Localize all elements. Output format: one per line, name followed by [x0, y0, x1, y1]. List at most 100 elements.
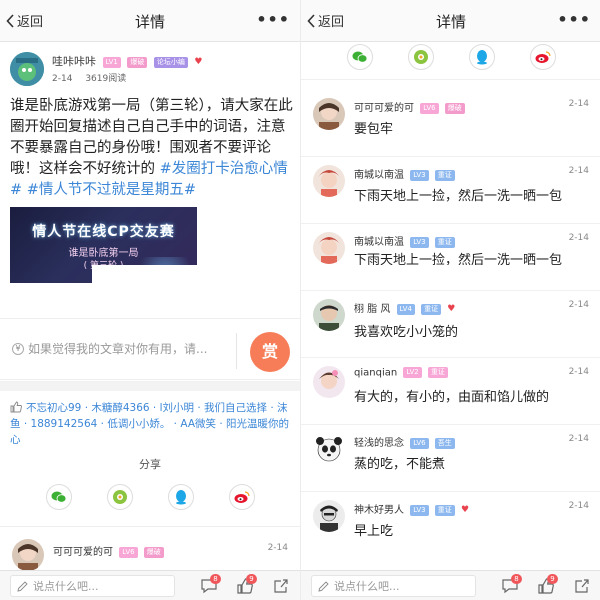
commenter-name[interactable]: 神木好男人 [354, 505, 404, 516]
commenter-name[interactable]: 南城以南温 [354, 237, 404, 248]
moments-icon [113, 490, 127, 504]
avatar[interactable] [313, 299, 345, 331]
likes-list: 不忘初心99 · 木糖醇4366 · l刘小明 · 我们自己选择 · 沫鱼 · … [10, 400, 292, 448]
commenter-name-row: 栩 脂 风 LV4 重证 ♥ [354, 300, 455, 315]
comment-item[interactable]: 南城以南温 LV3 重证 2-14 下雨天地上一捡，然后一洗一晒一包 [301, 157, 600, 224]
level-badge: LV3 [410, 504, 429, 516]
commenter-name[interactable]: 可可可爱的可 [53, 547, 113, 558]
author-name-row: 哇咔咔咔 LV1 爆破 论坛小编 ♥ [52, 53, 202, 69]
comments-panel: 返回 详情 ••• 可可可爱的可 LV6 爆破 2-14 要包牢 南城以南温 L… [300, 0, 600, 600]
role-badge: 重证 [421, 303, 442, 315]
commenter-name[interactable]: 栩 脂 风 [354, 304, 390, 315]
avatar[interactable] [313, 366, 345, 398]
like-count: 9 [547, 574, 558, 584]
more-icon[interactable]: ••• [256, 10, 290, 29]
heart-icon: ♥ [447, 304, 456, 314]
share-wechat-button[interactable] [347, 44, 373, 70]
commenter-name-row: qianqian LV2 重证 [354, 367, 448, 379]
editor-badge: 论坛小编 [153, 56, 188, 68]
comment-text: 要包牢 [354, 122, 394, 137]
comment-item[interactable]: 可可可爱的可 LV6 爆破 2-14 要包牢 [301, 90, 600, 157]
comment-text: 下雨天地上一捡，然后一洗一晒一包 [354, 189, 563, 204]
comment-time: 2-14 [568, 166, 589, 176]
comment-text: 早上吃 [354, 524, 394, 539]
role-badge: 爆破 [143, 546, 164, 558]
comment-text: 下雨天地上一捡，然后一洗一晒一包 [354, 253, 563, 265]
comment-button[interactable]: 8 [501, 574, 522, 595]
commenter-name-row: 可可可爱的可 LV6 爆破 [354, 99, 465, 114]
reward-input[interactable]: ¥ 如果觉得我的文章对你有用，请... [12, 340, 207, 357]
bottom-bar: 说点什么吧... 8 9 [301, 570, 600, 600]
comment-time: 2-14 [568, 367, 589, 377]
bottom-bar: 说点什么吧... 8 9 [0, 570, 300, 600]
avatar[interactable] [10, 52, 44, 86]
comment-time: 2-14 [568, 434, 589, 444]
commenter-name[interactable]: qianqian [354, 368, 397, 379]
comment-item[interactable]: 栩 脂 风 LV4 重证 ♥ 2-14 我喜欢吃小小笼的 [301, 291, 600, 358]
share-icon [274, 579, 288, 593]
wechat-icon [352, 51, 368, 63]
avatar[interactable] [313, 98, 345, 130]
level-badge: LV6 [410, 437, 429, 449]
share-wechat-button[interactable] [46, 484, 72, 510]
share-weibo-button[interactable] [530, 44, 556, 70]
like-button[interactable]: 9 [537, 574, 558, 595]
page-title: 详情 [134, 13, 165, 31]
image-subtitle: 谁是卧底第一局 [68, 248, 139, 259]
avatar[interactable] [313, 232, 345, 264]
comment-placeholder: 说点什么吧... [33, 580, 99, 593]
commenter-name[interactable]: 南城以南温 [354, 170, 404, 181]
more-icon[interactable]: ••• [557, 10, 591, 29]
like-button[interactable]: 9 [236, 574, 257, 595]
share-qq-button[interactable] [469, 44, 495, 70]
level-badge: LV1 [102, 56, 121, 68]
share-button[interactable] [272, 577, 290, 595]
likes-names[interactable]: 不忘初心99 · 木糖醇4366 · l刘小明 · 我们自己选择 · 沫鱼 · … [10, 402, 289, 446]
author-name[interactable]: 哇咔咔咔 [52, 55, 96, 68]
commenter-name[interactable]: 可可可爱的可 [354, 103, 414, 114]
comment-item[interactable]: 南城以南温 LV3 重证 2-14 下雨天地上一捡，然后一洗一晒一包 [301, 224, 600, 291]
comment-item[interactable]: 轻浅的思念 LV6 吾生 2-14 蒸的吃，不能煮 [301, 425, 600, 492]
post-author: 哇咔咔咔 LV1 爆破 论坛小编 ♥ 2-14 3619阅读 [10, 50, 290, 90]
section-gap [0, 381, 300, 391]
share-moments-button[interactable] [107, 484, 133, 510]
avatar[interactable] [313, 165, 345, 197]
commenter-name-row: 轻浅的思念 LV6 吾生 [354, 434, 455, 449]
commenter-name[interactable]: 轻浅的思念 [354, 438, 404, 449]
image-overlay-block [92, 265, 197, 285]
comment-time: 2-14 [568, 300, 589, 310]
share-button[interactable] [573, 577, 591, 595]
post-detail-panel: 返回 详情 ••• 哇咔咔咔 LV1 爆破 论坛小编 ♥ 2-14 3619阅读… [0, 0, 300, 600]
qq-icon [477, 50, 487, 65]
comment-button[interactable]: 8 [200, 574, 221, 595]
share-moments-button[interactable] [408, 44, 434, 70]
comment-item[interactable]: 神木好男人 LV3 重证 ♥ 2-14 早上吃 [301, 492, 600, 559]
pencil-icon [17, 580, 28, 592]
post-body: 谁是卧底游戏第一局（第三轮），请大家在此圈开始回复描述自己自己手中的词语，注意不… [10, 96, 294, 201]
pencil-icon [318, 580, 329, 592]
share-qq-button[interactable] [168, 484, 194, 510]
avatar[interactable] [313, 433, 345, 465]
comment-count: 8 [210, 574, 221, 584]
comment-item[interactable]: qianqian LV2 重证 2-14 有大的，有小的，由面和馅儿做的 [301, 358, 600, 425]
comment-input[interactable]: 说点什么吧... [10, 575, 175, 597]
role-badge: 吾生 [434, 437, 455, 449]
share-weibo-button[interactable] [229, 484, 255, 510]
wechat-icon [51, 491, 67, 503]
reward-button[interactable]: 赏 [250, 332, 290, 372]
nav-bar: 返回 详情 ••• [0, 0, 300, 42]
level-badge: LV3 [410, 236, 429, 248]
comment-text: 有大的，有小的，由面和馅儿做的 [354, 390, 550, 405]
yen-icon: ¥ [12, 342, 24, 355]
share-icon [575, 579, 589, 593]
comment-input[interactable]: 说点什么吧... [311, 575, 476, 597]
comment-time: 2-14 [568, 501, 589, 511]
avatar[interactable] [12, 539, 44, 571]
comment-text: 我喜欢吃小小笼的 [354, 325, 459, 337]
avatar[interactable] [313, 500, 345, 532]
like-count: 9 [246, 574, 257, 584]
commenter-name-row: 神木好男人 LV3 重证 ♥ [354, 501, 469, 516]
post-meta: 2-14 3619阅读 [52, 71, 126, 84]
page-title: 详情 [435, 13, 466, 31]
comment-item[interactable]: 可可可爱的可 LV6 爆破 2-14 [0, 526, 300, 571]
